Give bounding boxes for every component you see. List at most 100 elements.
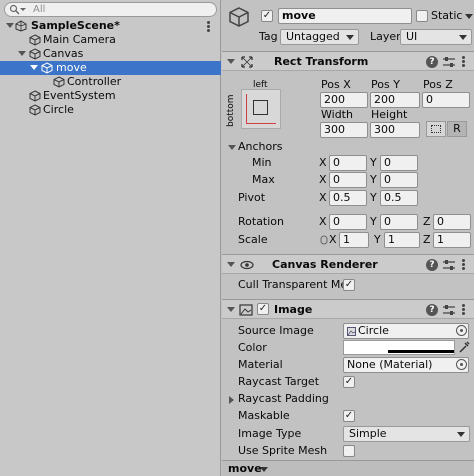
image-type-dropdown[interactable]: Simple <box>343 426 470 442</box>
help-icon[interactable]: ? <box>426 56 438 68</box>
kebab-menu-icon[interactable] <box>462 56 466 68</box>
tag-dropdown[interactable]: Untagged <box>280 29 359 45</box>
tag-value: Untagged <box>286 30 340 43</box>
y-label: Y <box>370 215 377 228</box>
expand-arrow-icon[interactable] <box>30 65 38 70</box>
use-sprite-mesh-label: Use Sprite Mesh <box>238 444 328 457</box>
anchor-max-y-field[interactable]: 0 <box>380 172 418 188</box>
height-label: Height <box>371 108 408 121</box>
hierarchy-panel: All SampleScene* Main Camera Canvas move… <box>0 0 221 476</box>
help-icon[interactable]: ? <box>426 259 438 271</box>
scale-z-field[interactable]: 1 <box>433 232 471 248</box>
kebab-menu-icon[interactable] <box>207 21 211 32</box>
hierarchy-item-controller[interactable]: Controller <box>0 75 221 89</box>
max-label: Max <box>252 173 275 186</box>
static-dropdown-icon[interactable] <box>465 14 473 19</box>
hierarchy-item-eventsystem[interactable]: EventSystem <box>0 89 221 103</box>
object-picker-icon[interactable] <box>456 325 467 336</box>
anchor-min-x-field[interactable]: 0 <box>329 155 367 171</box>
rotation-x-field[interactable]: 0 <box>329 214 367 230</box>
anchor-min-y-field[interactable]: 0 <box>380 155 418 171</box>
gameobject-icon <box>53 76 65 88</box>
scene-name: SampleScene* <box>31 19 120 32</box>
pos-x-field[interactable]: 200 <box>320 92 368 108</box>
search-dropdown-icon[interactable] <box>20 8 26 11</box>
fold-arrow-icon[interactable] <box>227 262 235 267</box>
scale-y-field[interactable]: 1 <box>384 232 420 248</box>
width-field[interactable]: 300 <box>320 122 368 138</box>
pivot-y-field[interactable]: 0.5 <box>380 190 418 206</box>
pivot-x-field[interactable]: 0.5 <box>329 190 367 206</box>
gameobject-icon <box>29 48 41 60</box>
constrain-proportions-icon[interactable] <box>320 235 328 245</box>
fold-arrow-icon[interactable] <box>227 307 235 312</box>
expand-arrow-icon[interactable] <box>18 51 26 56</box>
static-checkbox[interactable] <box>416 10 428 22</box>
use-sprite-mesh-checkbox[interactable] <box>343 445 355 457</box>
object-picker-icon[interactable] <box>456 359 467 370</box>
preview-bar[interactable]: move <box>222 460 474 476</box>
item-label: Canvas <box>43 47 84 60</box>
presets-icon[interactable] <box>442 304 456 316</box>
eyedropper-icon[interactable] <box>458 340 470 354</box>
scale-label: Scale <box>238 233 268 246</box>
rect-transform-icon <box>241 56 253 68</box>
anchors-label: Anchors <box>238 140 283 153</box>
y-label: Y <box>370 156 377 169</box>
component-title: Canvas Renderer <box>272 258 378 271</box>
canvas-renderer-header[interactable]: Canvas Renderer ? <box>222 254 474 274</box>
presets-icon[interactable] <box>442 56 456 68</box>
gameobject-icon <box>29 104 41 116</box>
cull-transparent-mesh-checkbox[interactable]: ✓ <box>343 279 355 291</box>
image-type-value: Simple <box>349 427 387 440</box>
hierarchy-search-input[interactable]: All <box>4 2 217 17</box>
expand-arrow-icon[interactable] <box>6 23 14 28</box>
anchor-presets-button[interactable] <box>241 89 281 129</box>
material-field[interactable]: None (Material) <box>343 357 469 373</box>
help-icon[interactable]: ? <box>426 304 438 316</box>
cull-transparent-mesh-label: Cull Transparent Mes <box>238 278 353 291</box>
presets-icon[interactable] <box>442 259 456 271</box>
anchor-max-x-field[interactable]: 0 <box>329 172 367 188</box>
item-label: Controller <box>67 75 122 88</box>
layer-dropdown[interactable]: UI <box>400 29 472 45</box>
hierarchy-item-move[interactable]: move <box>0 61 221 75</box>
scene-row[interactable]: SampleScene* <box>0 19 221 33</box>
color-field[interactable] <box>343 340 455 355</box>
raycast-padding-label: Raycast Padding <box>238 392 329 405</box>
item-label: Main Camera <box>43 33 116 46</box>
hierarchy-item-circle[interactable]: Circle <box>0 103 221 117</box>
raw-edit-button[interactable]: R <box>447 121 467 137</box>
active-checkbox[interactable]: ✓ <box>261 10 273 22</box>
image-header[interactable]: ✓ Image ? <box>222 299 474 319</box>
fold-arrow-icon[interactable] <box>227 59 235 64</box>
blueprint-mode-button[interactable] <box>426 121 446 137</box>
kebab-menu-icon[interactable] <box>462 259 466 271</box>
image-enabled-checkbox[interactable]: ✓ <box>257 303 269 315</box>
gameobject-icon <box>29 34 41 46</box>
color-label: Color <box>238 341 267 354</box>
gameobject-large-icon <box>229 7 249 27</box>
search-placeholder: All <box>33 4 46 15</box>
raycast-padding-fold-icon[interactable] <box>229 396 234 404</box>
hierarchy-item-main-camera[interactable]: Main Camera <box>0 33 221 47</box>
anchors-fold-icon[interactable] <box>228 145 236 150</box>
preview-dropdown-icon[interactable] <box>260 467 268 472</box>
kebab-menu-icon[interactable] <box>462 304 466 316</box>
y-label: Y <box>370 173 377 186</box>
pos-z-field[interactable]: 0 <box>422 92 470 108</box>
hierarchy-item-canvas[interactable]: Canvas <box>0 47 221 61</box>
object-name-field[interactable]: move <box>278 8 412 24</box>
rect-transform-header[interactable]: Rect Transform ? <box>222 51 474 71</box>
rotation-y-field[interactable]: 0 <box>380 214 418 230</box>
maskable-label: Maskable <box>238 409 290 422</box>
pos-x-label: Pos X <box>321 78 351 91</box>
pos-y-field[interactable]: 200 <box>370 92 420 108</box>
source-image-field[interactable]: Circle <box>343 323 469 339</box>
rotation-z-field[interactable]: 0 <box>433 214 471 230</box>
scale-x-field[interactable]: 1 <box>339 232 369 248</box>
height-field[interactable]: 300 <box>370 122 420 138</box>
maskable-checkbox[interactable]: ✓ <box>343 410 355 422</box>
raycast-target-checkbox[interactable]: ✓ <box>343 376 355 388</box>
material-label: Material <box>238 358 283 371</box>
